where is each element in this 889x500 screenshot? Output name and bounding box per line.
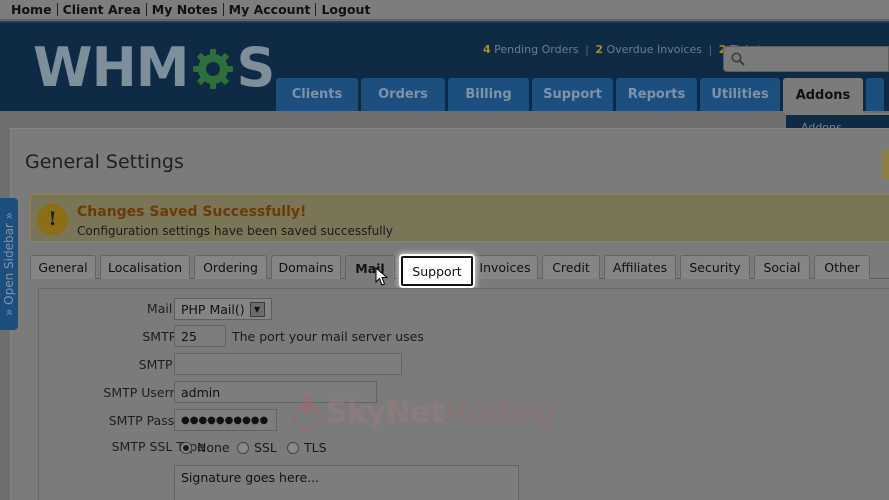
watermark: SkyNetHosting xyxy=(290,387,556,437)
tab-social[interactable]: Social xyxy=(754,255,810,279)
ssl-tls-radio[interactable]: TLS xyxy=(287,440,327,455)
nav-tab-billing[interactable]: Billing xyxy=(448,78,529,111)
watermark-text-2: Hosting xyxy=(443,394,556,430)
gear-icon xyxy=(191,46,235,90)
nav-tab-orders[interactable]: Orders xyxy=(361,78,445,111)
nav-tab-support[interactable]: Support xyxy=(532,78,613,111)
ssl-ssl-radio[interactable]: SSL xyxy=(237,440,277,455)
watermark-text-1: SkyNet xyxy=(326,394,444,430)
mail-type-row: Mail Type PHP Mail() ▼ xyxy=(39,297,889,321)
corner-badge[interactable] xyxy=(882,150,889,180)
page-title: General Settings xyxy=(25,151,184,173)
warning-icon: ! xyxy=(37,204,68,235)
search-icon xyxy=(731,52,745,66)
nav-tab-addons[interactable]: Addons xyxy=(783,78,863,113)
overdue-invoices-count: 2 xyxy=(595,43,603,56)
my-account-link[interactable]: My Account xyxy=(224,3,317,16)
smtp-host-input[interactable] xyxy=(174,353,402,375)
smtp-password-input[interactable]: ●●●●●●●●●● xyxy=(174,409,277,431)
tab-general[interactable]: General xyxy=(30,255,96,279)
alert-message: Configuration settings have been saved s… xyxy=(77,224,393,238)
tab-security[interactable]: Security xyxy=(680,255,750,279)
logo-text-left: WHM xyxy=(33,36,189,99)
nav-tab-reports[interactable]: Reports xyxy=(616,78,697,111)
tab-invoices[interactable]: Invoices xyxy=(472,255,538,279)
nav-tab-clients[interactable]: Clients xyxy=(276,78,358,111)
chevron-down-icon: ▼ xyxy=(249,301,265,317)
whmcs-logo[interactable]: WHM S xyxy=(33,36,276,99)
nav-tab-overflow[interactable] xyxy=(866,78,884,111)
nav-tab-utilities[interactable]: Utilities xyxy=(700,78,780,111)
overdue-invoices-link[interactable]: Overdue Invoices xyxy=(607,43,703,56)
smtp-host-row: SMTP Host xyxy=(39,353,889,377)
watermark-logo-icon xyxy=(292,394,322,431)
main-nav: Clients Orders Billing Support Reports U… xyxy=(276,78,884,113)
tab-affiliates[interactable]: Affiliates xyxy=(604,255,676,279)
tab-localisation[interactable]: Localisation xyxy=(100,255,190,279)
header: WHM S 4 Pending Orders | 2 Overdue Invoi… xyxy=(0,21,889,113)
notifications-summary: 4 Pending Orders | 2 Overdue Invoices | … xyxy=(483,43,762,56)
smtp-port-row: SMTP Port 25 The port your mail server u… xyxy=(39,325,889,349)
alert-title: Changes Saved Successfully! xyxy=(77,204,307,220)
logo-text-right: S xyxy=(236,36,276,99)
my-notes-link[interactable]: My Notes xyxy=(147,3,224,16)
signature-textarea[interactable]: Signature goes here... xyxy=(174,465,519,500)
tab-support[interactable]: Support xyxy=(401,256,473,286)
mouse-pointer-icon xyxy=(375,267,389,286)
tab-other[interactable]: Other xyxy=(814,255,870,279)
ssl-none-radio[interactable]: None xyxy=(180,440,230,455)
smtp-ssl-row: SMTP SSL Type None SSL TLS xyxy=(39,437,889,461)
open-sidebar-label: » Open Sidebar » xyxy=(2,211,17,317)
smtp-port-input[interactable]: 25 xyxy=(174,325,226,347)
top-link-bar: Home Client Area My Notes My Account Log… xyxy=(0,0,889,20)
open-sidebar-toggle[interactable]: » Open Sidebar » xyxy=(0,198,18,330)
client-area-link[interactable]: Client Area xyxy=(58,3,147,16)
mail-type-select[interactable]: PHP Mail() ▼ xyxy=(174,298,272,320)
smtp-port-hint: The port your mail server uses xyxy=(232,329,424,344)
tab-domains[interactable]: Domains xyxy=(271,255,341,279)
pending-orders-count: 4 xyxy=(483,43,491,56)
logout-link[interactable]: Logout xyxy=(316,3,375,16)
search-input[interactable] xyxy=(723,46,889,72)
pending-orders-link[interactable]: Pending Orders xyxy=(494,43,578,56)
success-alert: ! Changes Saved Successfully! Configurat… xyxy=(30,194,889,242)
settings-tabs: General Localisation Ordering Domains Ma… xyxy=(30,255,889,286)
tab-ordering[interactable]: Ordering xyxy=(194,255,267,279)
tab-credit[interactable]: Credit xyxy=(542,255,600,279)
home-link[interactable]: Home xyxy=(6,3,58,16)
